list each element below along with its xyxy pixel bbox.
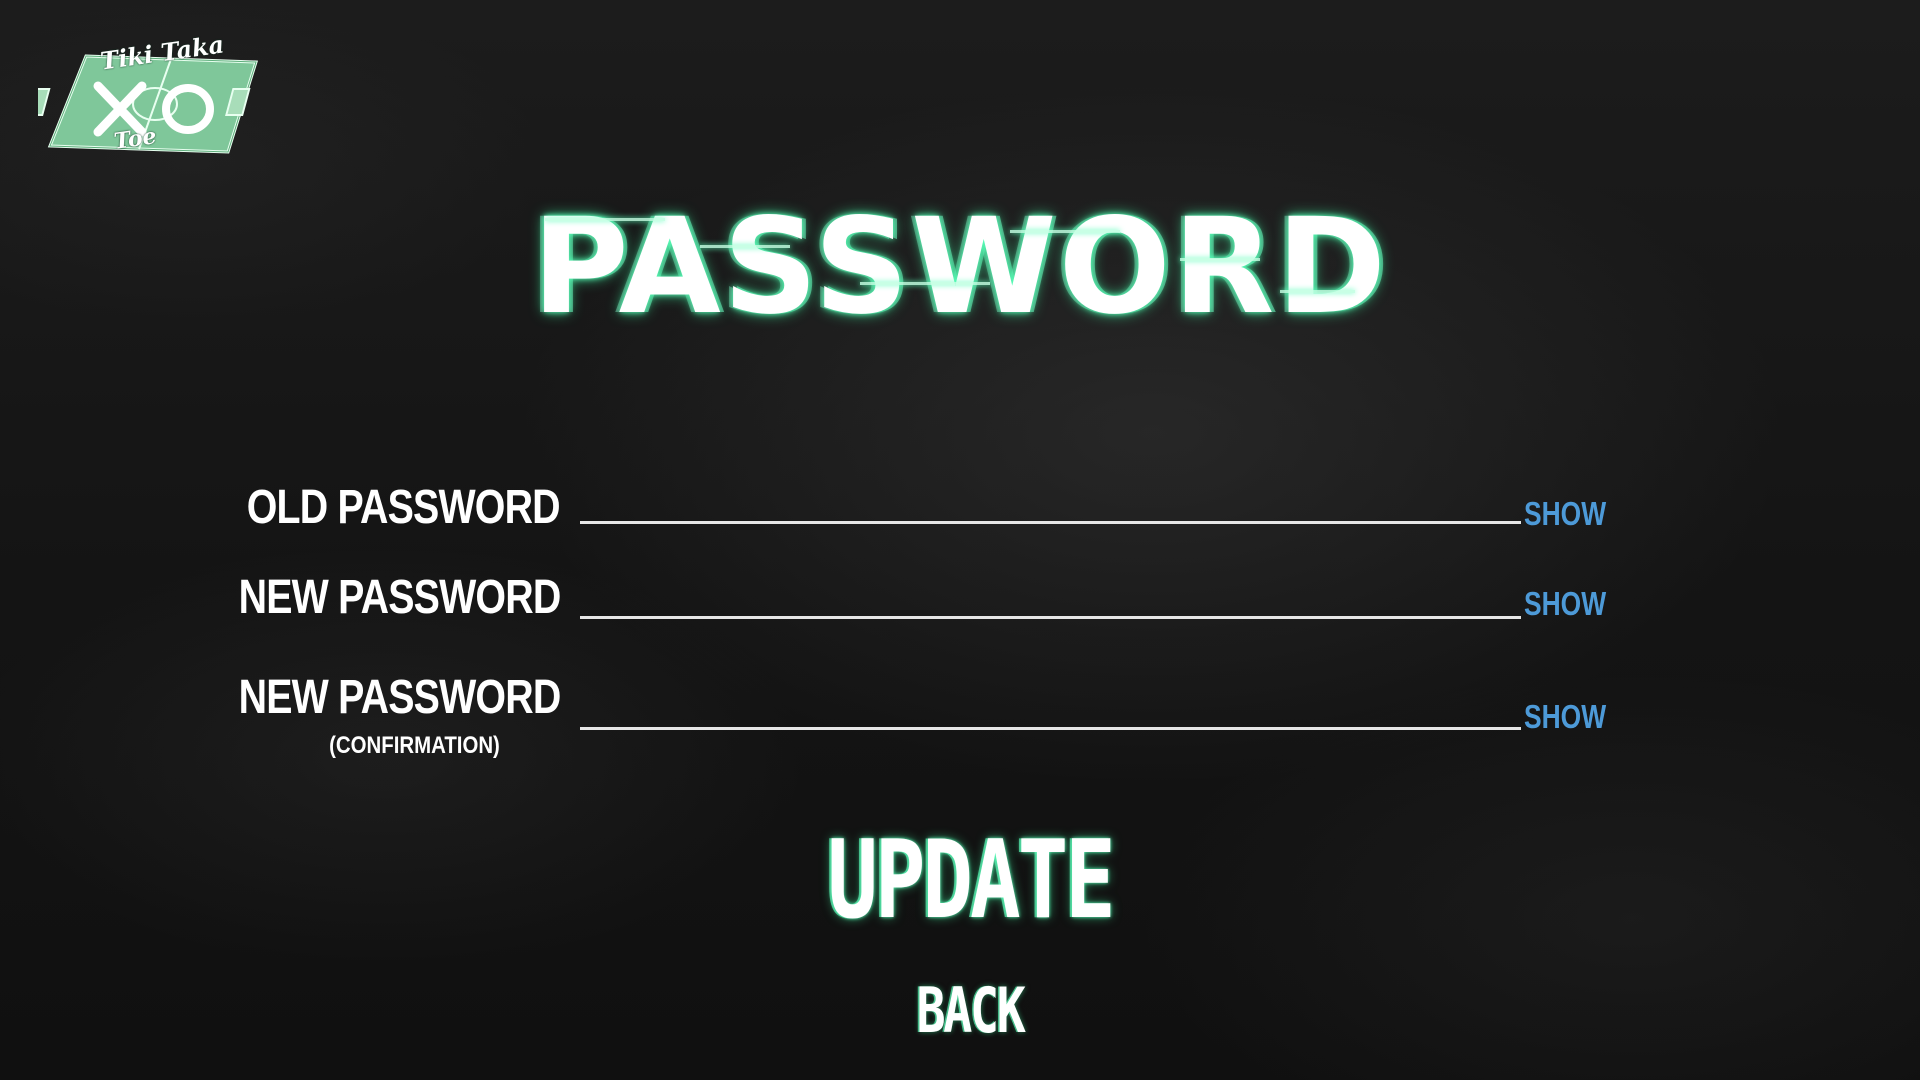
confirm-password-show-toggle[interactable]: SHOW (1524, 698, 1606, 736)
new-password-show-toggle[interactable]: SHOW (1524, 585, 1606, 623)
back-button[interactable]: BACK (892, 975, 1048, 1046)
confirm-password-row: NEW PASSWORD (CONFIRMATION) SHOW (0, 660, 1920, 759)
update-button[interactable]: UPDATE (806, 820, 1134, 941)
old-password-show-toggle[interactable]: SHOW (1524, 495, 1606, 533)
logo: Tiki Taka Toe (38, 29, 263, 164)
glitch-line-decoration (545, 218, 665, 221)
glitch-line-decoration (1280, 290, 1355, 293)
new-password-row: NEW PASSWORD SHOW (0, 560, 1920, 640)
glitch-line-decoration (1180, 258, 1260, 261)
confirm-password-input[interactable] (580, 696, 1521, 730)
confirm-password-label: NEW PASSWORD (238, 671, 561, 724)
glitch-line-decoration (700, 245, 790, 248)
new-password-input[interactable] (580, 585, 1521, 619)
old-password-row: OLD PASSWORD SHOW (0, 470, 1920, 550)
new-password-label: NEW PASSWORD (238, 571, 561, 624)
page-title: PASSWORD (531, 190, 1389, 344)
glitch-line-decoration (1010, 230, 1120, 233)
confirm-password-sublabel: (CONFIRMATION) (329, 732, 500, 759)
glitch-line-decoration (860, 282, 990, 285)
old-password-label: OLD PASSWORD (246, 481, 561, 534)
old-password-input[interactable] (580, 490, 1521, 524)
